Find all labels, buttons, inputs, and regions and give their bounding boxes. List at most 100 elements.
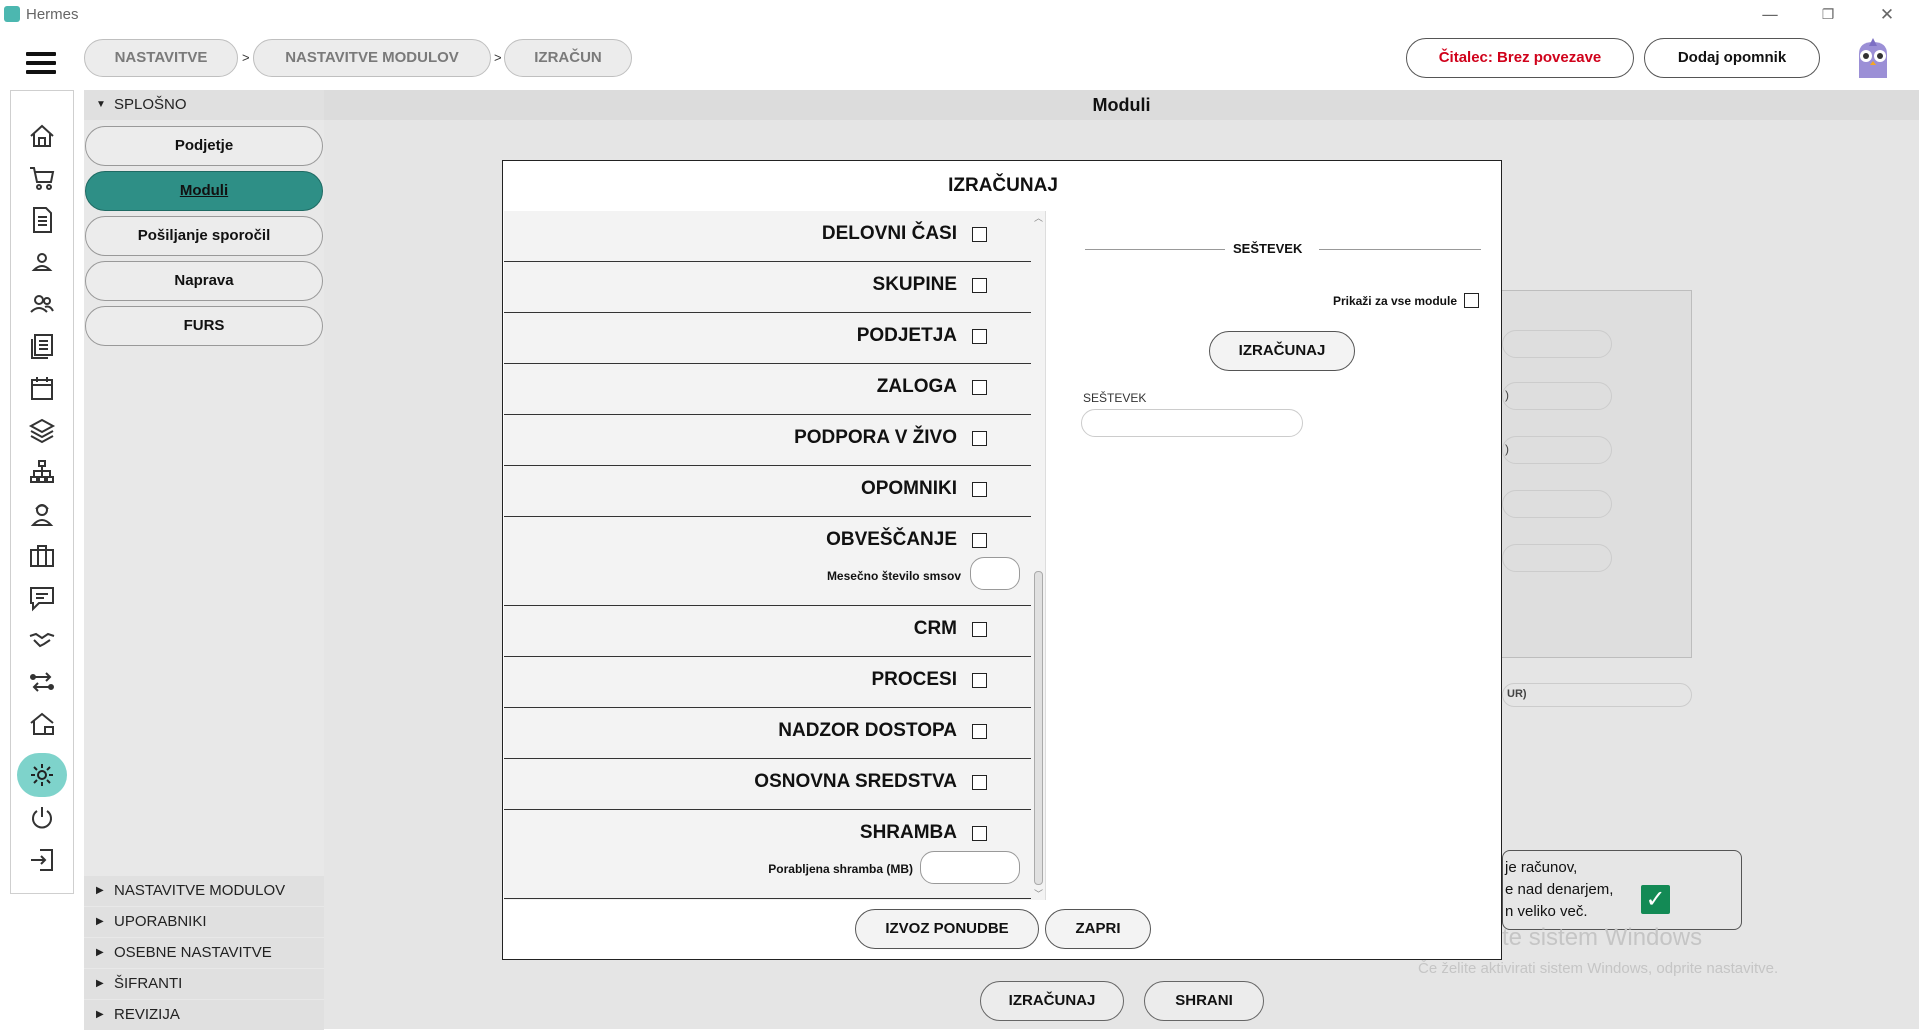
section-general-label: SPLOŠNO <box>114 96 187 113</box>
dialog-calculate-button[interactable]: IZRAČUNAJ <box>1209 331 1355 371</box>
section-module-settings[interactable]: ▶ NASTAVITVE MODULOV <box>84 876 324 906</box>
module-label: SKUPINE <box>872 274 957 295</box>
collapsed-triangle-icon: ▶ <box>96 885 104 896</box>
sidebar-item-modules[interactable]: Moduli <box>85 171 323 211</box>
background-info-line: e nad denarjem, <box>1505 881 1614 898</box>
avatar[interactable] <box>1853 38 1893 80</box>
background-field-text: ) <box>1505 442 1509 456</box>
close-window-button[interactable]: ✕ <box>1864 2 1910 28</box>
layers-icon[interactable] <box>27 415 57 445</box>
section-users[interactable]: ▶ UPORABNIKI <box>84 907 324 937</box>
section-personal-settings[interactable]: ▶ OSEBNE NASTAVITVE <box>84 938 324 968</box>
sidebar-item-messaging[interactable]: Pošiljanje sporočil <box>85 216 323 256</box>
module-row-groups: SKUPINE <box>504 262 1031 313</box>
close-dialog-button[interactable]: ZAPRI <box>1045 909 1151 949</box>
sidebar-item-device[interactable]: Naprava <box>85 261 323 301</box>
section-general[interactable]: ▼ SPLOŠNO <box>84 90 324 120</box>
module-label: OSNOVNA SREDSTVA <box>754 771 957 792</box>
background-info-box: je računov, e nad denarjem, n veliko več… <box>1502 850 1742 930</box>
summary-pane: SEŠTEVEK Prikaži za vse module IZRAČUNAJ… <box>1073 221 1483 521</box>
module-checkbox[interactable] <box>972 227 987 242</box>
module-checkbox[interactable] <box>972 278 987 293</box>
settings-icon[interactable] <box>27 760 57 790</box>
show-all-modules-checkbox[interactable] <box>1464 293 1479 308</box>
handshake-icon[interactable] <box>27 625 57 655</box>
minimize-button[interactable]: — <box>1747 2 1793 28</box>
module-row-inventory: ZALOGA <box>504 364 1031 415</box>
scroll-up-icon[interactable]: ︿ <box>1033 211 1044 224</box>
restore-button[interactable]: ❐ <box>1805 2 1851 28</box>
reader-status-button[interactable]: Čitalec: Brez povezave <box>1406 38 1634 78</box>
background-field-text: ) <box>1505 388 1509 402</box>
users-icon[interactable] <box>27 289 57 319</box>
sidebar-item-furs[interactable]: FURS <box>85 306 323 346</box>
sms-count-label: Mesečno število smsov <box>826 569 961 583</box>
cart-icon[interactable] <box>27 163 57 193</box>
section-label: OSEBNE NASTAVITVE <box>114 944 272 961</box>
module-checkbox[interactable] <box>972 724 987 739</box>
module-checkbox[interactable] <box>972 622 987 637</box>
save-button[interactable]: SHRANI <box>1144 981 1264 1021</box>
module-label: NADZOR DOSTOPA <box>778 720 957 741</box>
breadcrumb-item-calculation[interactable]: IZRAČUN <box>504 39 632 77</box>
background-info-line: je računov, <box>1505 859 1578 876</box>
module-row-reminders: OPOMNIKI <box>504 466 1031 517</box>
icon-rail <box>10 90 74 894</box>
section-audit[interactable]: ▶ REVIZIJA <box>84 1000 324 1030</box>
module-label: DELOVNI ČASI <box>821 223 957 244</box>
background-field: ) <box>1502 382 1612 410</box>
user-icon[interactable] <box>27 247 57 277</box>
module-checkbox[interactable] <box>972 380 987 395</box>
section-label: ŠIFRANTI <box>114 975 183 992</box>
breadcrumb-item-settings[interactable]: NASTAVITVE <box>84 39 238 77</box>
sum-field[interactable] <box>1081 409 1303 437</box>
enabled-checkbox[interactable]: ✓ <box>1641 885 1670 914</box>
network-icon[interactable] <box>27 457 57 487</box>
scroll-down-icon[interactable]: ﹀ <box>1033 887 1044 900</box>
background-info-line: n veliko več. <box>1505 903 1588 920</box>
settings-sidebar: ▼ SPLOŠNO Podjetje Moduli Pošiljanje spor… <box>84 90 324 1030</box>
module-label: SHRAMBA <box>859 822 957 843</box>
collapsed-triangle-icon: ▶ <box>96 978 104 989</box>
module-checkbox[interactable] <box>972 673 987 688</box>
module-checkbox[interactable] <box>972 482 987 497</box>
module-checkbox[interactable] <box>972 431 987 446</box>
show-all-modules-label: Prikaži za vse module <box>1332 294 1457 308</box>
list-icon[interactable] <box>27 331 57 361</box>
chat-icon[interactable] <box>27 583 57 613</box>
background-field: UR) <box>1502 683 1692 707</box>
scroll-thumb[interactable] <box>1034 571 1043 885</box>
transfer-icon[interactable] <box>27 667 57 697</box>
module-row-crm: CRM <box>504 606 1031 657</box>
divider <box>1319 249 1481 250</box>
power-icon[interactable] <box>27 803 57 833</box>
calendar-icon[interactable] <box>27 373 57 403</box>
sms-count-input[interactable] <box>970 557 1020 590</box>
house-icon[interactable] <box>27 709 57 739</box>
window-title: Hermes <box>26 6 79 23</box>
module-list-scrollbar[interactable]: ︿ ﹀ <box>1031 211 1045 900</box>
background-field <box>1502 544 1612 572</box>
sum-field-label: SEŠTEVEK <box>1083 391 1147 405</box>
section-codebooks[interactable]: ▶ ŠIFRANTI <box>84 969 324 999</box>
menu-icon[interactable] <box>26 52 56 74</box>
module-label: ZALOGA <box>876 376 957 397</box>
section-label: REVIZIJA <box>114 1006 180 1023</box>
sidebar-item-company[interactable]: Podjetje <box>85 126 323 166</box>
add-reminder-button[interactable]: Dodaj opomnik <box>1644 38 1820 78</box>
home-icon[interactable] <box>27 121 57 151</box>
briefcase-icon[interactable] <box>27 541 57 571</box>
document-icon[interactable] <box>27 205 57 235</box>
module-checkbox[interactable] <box>972 826 987 841</box>
logout-icon[interactable] <box>27 845 57 875</box>
worker-icon[interactable] <box>27 499 57 529</box>
collapsed-triangle-icon: ▶ <box>96 947 104 958</box>
calculate-button[interactable]: IZRAČUNAJ <box>980 981 1124 1021</box>
module-checkbox[interactable] <box>972 533 987 548</box>
module-row-working-hours: DELOVNI ČASI <box>504 211 1031 262</box>
module-checkbox[interactable] <box>972 775 987 790</box>
export-offer-button[interactable]: IZVOZ PONUDBE <box>855 909 1039 949</box>
module-checkbox[interactable] <box>972 329 987 344</box>
storage-used-input[interactable] <box>920 851 1020 884</box>
breadcrumb-item-module-settings[interactable]: NASTAVITVE MODULOV <box>253 39 491 77</box>
